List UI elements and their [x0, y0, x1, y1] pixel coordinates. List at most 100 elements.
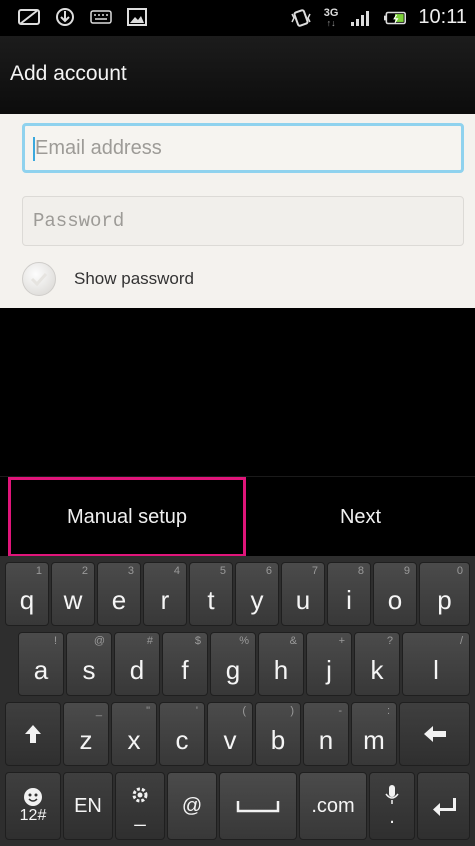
next-button[interactable]: Next [246, 477, 475, 557]
key-label: r [160, 584, 170, 615]
key-label: c [175, 724, 189, 755]
key-alt-label: ? [386, 635, 393, 647]
key-label: g [225, 654, 241, 685]
checkmark-icon [30, 272, 48, 286]
key-alt-label: % [239, 635, 249, 647]
key-alt-label: + [338, 635, 345, 647]
key-label: p [437, 584, 452, 615]
password-input[interactable] [23, 197, 463, 245]
no-sim-icon [18, 6, 40, 28]
key-e[interactable]: 3e [97, 562, 141, 626]
shift-key[interactable] [5, 702, 61, 766]
email-field[interactable] [22, 123, 464, 173]
key-alt-label: ' [195, 705, 198, 717]
language-key[interactable]: EN [63, 772, 113, 840]
key-label: t [207, 584, 215, 615]
backspace-arrow-icon [423, 726, 446, 742]
emoji-icon [24, 788, 42, 806]
key-label: x [127, 724, 141, 755]
key-s[interactable]: @ s [66, 632, 112, 696]
vibrate-icon [290, 7, 312, 29]
key-label: k [370, 654, 384, 685]
key-p[interactable]: 0p [419, 562, 470, 626]
dotcom-label: .com [311, 794, 355, 817]
key-w[interactable]: 2w [51, 562, 95, 626]
key-k[interactable]: ? k [354, 632, 400, 696]
enter-key[interactable] [417, 772, 470, 840]
show-password-checkbox[interactable] [22, 262, 56, 296]
email-input[interactable] [25, 126, 461, 170]
key-n[interactable]: -n [303, 702, 349, 766]
action-bar: Manual setup Next [0, 476, 475, 557]
backspace-key[interactable] [399, 702, 470, 766]
key-f[interactable]: $ f [162, 632, 208, 696]
key-label: i [346, 584, 352, 615]
voice-sub-label: . [389, 805, 395, 828]
key-b[interactable]: ) b [255, 702, 301, 766]
key-i[interactable]: 8i [327, 562, 371, 626]
key-label: d [129, 654, 145, 685]
key-m[interactable]: :m [351, 702, 397, 766]
show-password-row[interactable]: Show password [22, 262, 194, 296]
key-a[interactable]: ! a [18, 632, 64, 696]
key-d[interactable]: # d [114, 632, 160, 696]
key-label: y [250, 584, 264, 615]
key-alt-label: 4 [173, 565, 180, 577]
key-v[interactable]: (v [207, 702, 253, 766]
key-label: u [295, 584, 311, 615]
key-r[interactable]: 4r [143, 562, 187, 626]
settings-key[interactable]: _ [115, 772, 165, 840]
key-o[interactable]: 9o [373, 562, 417, 626]
space-bar-icon [236, 801, 280, 813]
language-label: EN [74, 794, 102, 817]
at-key[interactable]: @ [167, 772, 217, 840]
account-form: Show password [0, 114, 475, 308]
key-label: a [33, 654, 49, 685]
at-label: @ [181, 794, 203, 817]
key-g[interactable]: % g [210, 632, 256, 696]
key-alt-label: 9 [403, 565, 410, 577]
key-z[interactable]: _ z [63, 702, 109, 766]
password-field[interactable] [22, 196, 464, 246]
title-bar: Add account [0, 36, 475, 114]
clock: 10:11 [418, 6, 467, 28]
key-h[interactable]: & h [258, 632, 304, 696]
key-label: l [433, 654, 439, 685]
key-y[interactable]: 6y [235, 562, 279, 626]
key-alt-label: ( [242, 705, 246, 717]
key-alt-label: 1 [35, 565, 42, 577]
shift-arrow-icon [25, 725, 41, 743]
download-icon [54, 6, 76, 28]
key-alt-label: 2 [81, 565, 88, 577]
key-l[interactable]: / l [402, 632, 470, 696]
key-label: e [111, 584, 127, 615]
settings-sub-label: _ [134, 804, 146, 827]
key-alt-label: ! [53, 635, 57, 647]
image-icon [126, 6, 148, 28]
key-label: q [19, 584, 35, 615]
voice-input-key[interactable]: . [369, 772, 415, 840]
key-label: z [79, 724, 93, 755]
manual-setup-button[interactable]: Manual setup [8, 477, 246, 557]
page-title: Add account [10, 62, 127, 85]
key-c[interactable]: ' c [159, 702, 205, 766]
key-u[interactable]: 7u [281, 562, 325, 626]
key-label: b [270, 724, 286, 755]
key-x[interactable]: " x [111, 702, 157, 766]
key-alt-label: 6 [265, 565, 272, 577]
key-j[interactable]: + j [306, 632, 352, 696]
dotcom-key[interactable]: .com [299, 772, 367, 840]
key-q[interactable]: 1q [5, 562, 49, 626]
key-alt-label: ) [290, 705, 294, 717]
key-alt-label: - [338, 705, 342, 717]
key-t[interactable]: 5t [189, 562, 233, 626]
enter-arrow-icon [432, 798, 456, 816]
key-label: n [318, 724, 334, 755]
status-bar: 3G ↑↓ 10:11 [0, 0, 475, 36]
soft-keyboard: 1q 2w 3e 4r 5t 6y 7u 8i 9o 0p ! a @ s # d $… [0, 556, 475, 846]
key-alt-label: / [459, 635, 463, 647]
keyboard-icon [90, 6, 112, 28]
space-key[interactable] [219, 772, 297, 840]
symbols-key[interactable]: 12# [5, 772, 61, 840]
key-alt-label: _ [95, 705, 102, 717]
